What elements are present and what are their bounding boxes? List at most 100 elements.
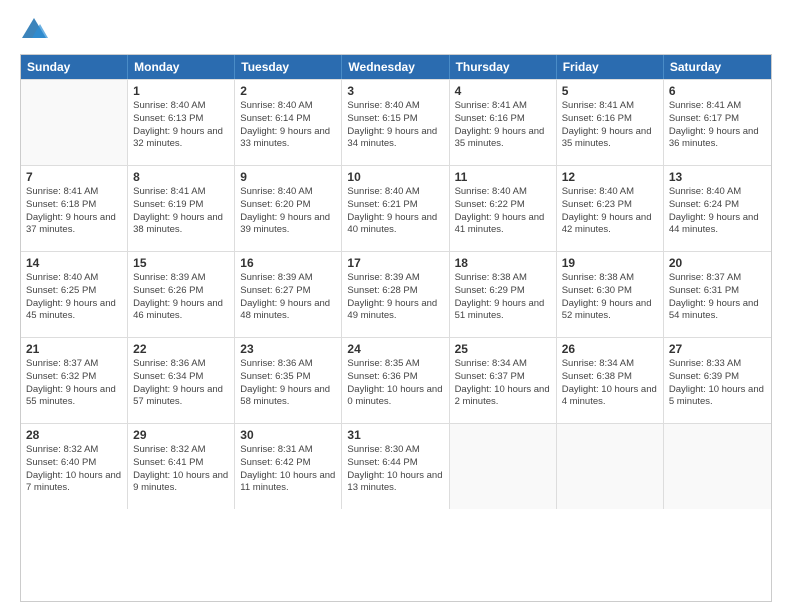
calendar-header-cell: Thursday bbox=[450, 55, 557, 79]
calendar-cell: 26 Sunrise: 8:34 AMSunset: 6:38 PMDayligh… bbox=[557, 338, 664, 423]
day-number: 4 bbox=[455, 84, 551, 98]
day-number: 26 bbox=[562, 342, 658, 356]
day-number: 23 bbox=[240, 342, 336, 356]
day-number: 28 bbox=[26, 428, 122, 442]
calendar-cell: 24 Sunrise: 8:35 AMSunset: 6:36 PMDayligh… bbox=[342, 338, 449, 423]
calendar-row: 1 Sunrise: 8:40 AMSunset: 6:13 PMDaylight… bbox=[21, 79, 771, 165]
calendar-cell bbox=[557, 424, 664, 509]
day-number: 11 bbox=[455, 170, 551, 184]
day-number: 24 bbox=[347, 342, 443, 356]
cell-text: Sunrise: 8:37 AMSunset: 6:32 PMDaylight:… bbox=[26, 358, 122, 409]
day-number: 2 bbox=[240, 84, 336, 98]
cell-text: Sunrise: 8:40 AMSunset: 6:23 PMDaylight:… bbox=[562, 186, 658, 237]
calendar-header-cell: Monday bbox=[128, 55, 235, 79]
calendar-cell: 11 Sunrise: 8:40 AMSunset: 6:22 PMDayligh… bbox=[450, 166, 557, 251]
calendar-cell: 25 Sunrise: 8:34 AMSunset: 6:37 PMDayligh… bbox=[450, 338, 557, 423]
calendar-row: 21 Sunrise: 8:37 AMSunset: 6:32 PMDayligh… bbox=[21, 337, 771, 423]
day-number: 14 bbox=[26, 256, 122, 270]
calendar-row: 14 Sunrise: 8:40 AMSunset: 6:25 PMDayligh… bbox=[21, 251, 771, 337]
calendar-cell: 8 Sunrise: 8:41 AMSunset: 6:19 PMDaylight… bbox=[128, 166, 235, 251]
day-number: 12 bbox=[562, 170, 658, 184]
calendar-cell: 2 Sunrise: 8:40 AMSunset: 6:14 PMDaylight… bbox=[235, 80, 342, 165]
calendar-cell: 10Sunrise: 8:40 AMSunset: 6:21 PMDayligh… bbox=[342, 166, 449, 251]
cell-text: Sunrise: 8:40 AMSunset: 6:21 PMDaylight:… bbox=[347, 186, 443, 237]
cell-text: Sunrise: 8:38 AMSunset: 6:29 PMDaylight:… bbox=[455, 272, 551, 323]
day-number: 20 bbox=[669, 256, 766, 270]
cell-text: Sunrise: 8:40 AMSunset: 6:14 PMDaylight:… bbox=[240, 100, 336, 151]
calendar-header-cell: Tuesday bbox=[235, 55, 342, 79]
calendar-body: 1 Sunrise: 8:40 AMSunset: 6:13 PMDaylight… bbox=[21, 79, 771, 509]
calendar-cell: 19Sunrise: 8:38 AMSunset: 6:30 PMDayligh… bbox=[557, 252, 664, 337]
cell-text: Sunrise: 8:39 AMSunset: 6:27 PMDaylight:… bbox=[240, 272, 336, 323]
calendar-cell: 1 Sunrise: 8:40 AMSunset: 6:13 PMDaylight… bbox=[128, 80, 235, 165]
cell-text: Sunrise: 8:39 AMSunset: 6:26 PMDaylight:… bbox=[133, 272, 229, 323]
day-number: 3 bbox=[347, 84, 443, 98]
cell-text: Sunrise: 8:41 AMSunset: 6:16 PMDaylight:… bbox=[455, 100, 551, 151]
day-number: 16 bbox=[240, 256, 336, 270]
cell-text: Sunrise: 8:41 AMSunset: 6:18 PMDaylight:… bbox=[26, 186, 122, 237]
calendar-cell: 5 Sunrise: 8:41 AMSunset: 6:16 PMDaylight… bbox=[557, 80, 664, 165]
day-number: 6 bbox=[669, 84, 766, 98]
calendar-cell: 6 Sunrise: 8:41 AMSunset: 6:17 PMDaylight… bbox=[664, 80, 771, 165]
calendar-cell: 20Sunrise: 8:37 AMSunset: 6:31 PMDayligh… bbox=[664, 252, 771, 337]
cell-text: Sunrise: 8:40 AMSunset: 6:22 PMDaylight:… bbox=[455, 186, 551, 237]
cell-text: Sunrise: 8:34 AMSunset: 6:37 PMDaylight:… bbox=[455, 358, 551, 409]
calendar-cell: 14 Sunrise: 8:40 AMSunset: 6:25 PMDayligh… bbox=[21, 252, 128, 337]
calendar-cell: 4 Sunrise: 8:41 AMSunset: 6:16 PMDaylight… bbox=[450, 80, 557, 165]
cell-text: Sunrise: 8:32 AMSunset: 6:40 PMDaylight:… bbox=[26, 444, 122, 495]
calendar-cell: 29 Sunrise: 8:32 AMSunset: 6:41 PMDayligh… bbox=[128, 424, 235, 509]
calendar-cell: 9Sunrise: 8:40 AMSunset: 6:20 PMDaylight… bbox=[235, 166, 342, 251]
calendar-cell: 31Sunrise: 8:30 AMSunset: 6:44 PMDayligh… bbox=[342, 424, 449, 509]
cell-text: Sunrise: 8:31 AMSunset: 6:42 PMDaylight:… bbox=[240, 444, 336, 495]
day-number: 30 bbox=[240, 428, 336, 442]
cell-text: Sunrise: 8:40 AMSunset: 6:25 PMDaylight:… bbox=[26, 272, 122, 323]
cell-text: Sunrise: 8:33 AMSunset: 6:39 PMDaylight:… bbox=[669, 358, 766, 409]
calendar-cell: 15 Sunrise: 8:39 AMSunset: 6:26 PMDayligh… bbox=[128, 252, 235, 337]
day-number: 8 bbox=[133, 170, 229, 184]
header bbox=[20, 16, 772, 44]
calendar-cell: 21 Sunrise: 8:37 AMSunset: 6:32 PMDayligh… bbox=[21, 338, 128, 423]
day-number: 21 bbox=[26, 342, 122, 356]
day-number: 7 bbox=[26, 170, 122, 184]
day-number: 15 bbox=[133, 256, 229, 270]
cell-text: Sunrise: 8:34 AMSunset: 6:38 PMDaylight:… bbox=[562, 358, 658, 409]
calendar-cell bbox=[664, 424, 771, 509]
calendar-header-cell: Friday bbox=[557, 55, 664, 79]
cell-text: Sunrise: 8:41 AMSunset: 6:16 PMDaylight:… bbox=[562, 100, 658, 151]
cell-text: Sunrise: 8:39 AMSunset: 6:28 PMDaylight:… bbox=[347, 272, 443, 323]
cell-text: Sunrise: 8:30 AMSunset: 6:44 PMDaylight:… bbox=[347, 444, 443, 495]
day-number: 18 bbox=[455, 256, 551, 270]
calendar-cell: 17 Sunrise: 8:39 AMSunset: 6:28 PMDayligh… bbox=[342, 252, 449, 337]
day-number: 17 bbox=[347, 256, 443, 270]
calendar-row: 28 Sunrise: 8:32 AMSunset: 6:40 PMDayligh… bbox=[21, 423, 771, 509]
day-number: 22 bbox=[133, 342, 229, 356]
day-number: 25 bbox=[455, 342, 551, 356]
day-number: 5 bbox=[562, 84, 658, 98]
calendar-cell: 23 Sunrise: 8:36 AMSunset: 6:35 PMDayligh… bbox=[235, 338, 342, 423]
cell-text: Sunrise: 8:36 AMSunset: 6:34 PMDaylight:… bbox=[133, 358, 229, 409]
calendar-cell: 27Sunrise: 8:33 AMSunset: 6:39 PMDayligh… bbox=[664, 338, 771, 423]
day-number: 19 bbox=[562, 256, 658, 270]
calendar-cell: 22 Sunrise: 8:36 AMSunset: 6:34 PMDayligh… bbox=[128, 338, 235, 423]
cell-text: Sunrise: 8:36 AMSunset: 6:35 PMDaylight:… bbox=[240, 358, 336, 409]
calendar-cell: 3Sunrise: 8:40 AMSunset: 6:15 PMDaylight… bbox=[342, 80, 449, 165]
calendar-cell: 18 Sunrise: 8:38 AMSunset: 6:29 PMDayligh… bbox=[450, 252, 557, 337]
cell-text: Sunrise: 8:40 AMSunset: 6:20 PMDaylight:… bbox=[240, 186, 336, 237]
cell-text: Sunrise: 8:41 AMSunset: 6:19 PMDaylight:… bbox=[133, 186, 229, 237]
cell-text: Sunrise: 8:35 AMSunset: 6:36 PMDaylight:… bbox=[347, 358, 443, 409]
day-number: 1 bbox=[133, 84, 229, 98]
calendar-cell: 16 Sunrise: 8:39 AMSunset: 6:27 PMDayligh… bbox=[235, 252, 342, 337]
calendar-header-cell: Wednesday bbox=[342, 55, 449, 79]
cell-text: Sunrise: 8:40 AMSunset: 6:13 PMDaylight:… bbox=[133, 100, 229, 151]
day-number: 29 bbox=[133, 428, 229, 442]
cell-text: Sunrise: 8:41 AMSunset: 6:17 PMDaylight:… bbox=[669, 100, 766, 151]
calendar-row: 7 Sunrise: 8:41 AMSunset: 6:18 PMDaylight… bbox=[21, 165, 771, 251]
calendar-cell: 30 Sunrise: 8:31 AMSunset: 6:42 PMDayligh… bbox=[235, 424, 342, 509]
cell-text: Sunrise: 8:32 AMSunset: 6:41 PMDaylight:… bbox=[133, 444, 229, 495]
calendar-header: SundayMondayTuesdayWednesdayThursdayFrid… bbox=[21, 55, 771, 79]
calendar-header-cell: Sunday bbox=[21, 55, 128, 79]
calendar-header-cell: Saturday bbox=[664, 55, 771, 79]
day-number: 13 bbox=[669, 170, 766, 184]
cell-text: Sunrise: 8:40 AMSunset: 6:24 PMDaylight:… bbox=[669, 186, 766, 237]
calendar-cell: 12 Sunrise: 8:40 AMSunset: 6:23 PMDayligh… bbox=[557, 166, 664, 251]
